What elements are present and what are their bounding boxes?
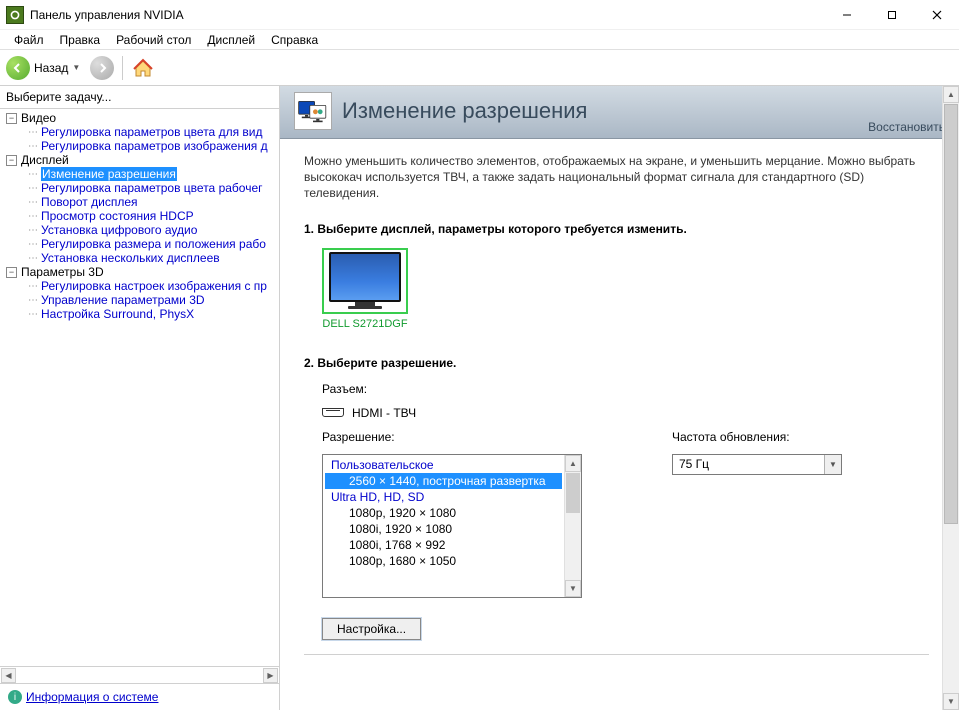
sidebar-h-scrollbar[interactable]: ◀ ▶ bbox=[0, 666, 279, 683]
tree-item[interactable]: ⋯Регулировка параметров изображения д bbox=[14, 139, 279, 153]
back-label: Назад bbox=[34, 61, 68, 75]
task-header: Выберите задачу... bbox=[0, 86, 279, 109]
titlebar: Панель управления NVIDIA bbox=[0, 0, 959, 30]
resolution-group-custom: Пользовательское bbox=[325, 457, 562, 473]
resolution-item[interactable]: 1080i, 1920 × 1080 bbox=[325, 521, 562, 537]
content-body: Можно уменьшить количество элементов, от… bbox=[280, 139, 959, 710]
collapse-icon[interactable]: − bbox=[6, 267, 17, 278]
resolution-group-hd: Ultra HD, HD, SD bbox=[325, 489, 562, 505]
display-tile[interactable]: DELL S2721DGF bbox=[322, 248, 408, 330]
tree-item[interactable]: ⋯Поворот дисплея bbox=[14, 195, 279, 209]
menu-help[interactable]: Справка bbox=[263, 31, 326, 49]
toolbar-separator bbox=[122, 56, 123, 80]
tree-item[interactable]: ⋯Настройка Surround, PhysX bbox=[14, 307, 279, 321]
task-tree: − Видео ⋯Регулировка параметров цвета дл… bbox=[0, 109, 279, 666]
home-button[interactable] bbox=[131, 56, 155, 80]
scroll-left-icon[interactable]: ◀ bbox=[1, 668, 16, 683]
chevron-down-icon: ▼ bbox=[824, 455, 841, 474]
resolution-scrollbar[interactable]: ▲ ▼ bbox=[564, 455, 581, 597]
system-info-link[interactable]: i Информация о системе bbox=[0, 683, 279, 710]
nvidia-icon bbox=[6, 6, 24, 24]
resolution-item[interactable]: 1080p, 1680 × 1050 bbox=[325, 553, 562, 569]
resolution-item[interactable]: 1080i, 1768 × 992 bbox=[325, 537, 562, 553]
collapse-icon[interactable]: − bbox=[6, 113, 17, 124]
menubar: Файл Правка Рабочий стол Дисплей Справка bbox=[0, 30, 959, 50]
refresh-rate-dropdown[interactable]: 75 Гц ▼ bbox=[672, 454, 842, 475]
tree-item[interactable]: ⋯Регулировка параметров цвета для вид bbox=[14, 125, 279, 139]
tree-item[interactable]: ⋯Установка нескольких дисплеев bbox=[14, 251, 279, 265]
tree-group-display[interactable]: − Дисплей bbox=[4, 153, 279, 167]
resolution-listbox[interactable]: Пользовательское 2560 × 1440, построчная… bbox=[322, 454, 582, 598]
monitor-name: DELL S2721DGF bbox=[322, 318, 408, 330]
menu-display[interactable]: Дисплей bbox=[199, 31, 263, 49]
hdmi-icon bbox=[322, 408, 344, 417]
back-button[interactable]: Назад ▼ bbox=[6, 56, 80, 80]
toolbar: Назад ▼ bbox=[0, 50, 959, 86]
tree-item[interactable]: ⋯Регулировка настроек изображения с пр bbox=[14, 279, 279, 293]
tree-group-3d[interactable]: − Параметры 3D bbox=[4, 265, 279, 279]
connector-value: HDMI - ТВЧ bbox=[352, 406, 416, 420]
menu-edit[interactable]: Правка bbox=[52, 31, 109, 49]
step2-title: 2. Выберите разрешение. bbox=[304, 356, 959, 370]
resolution-item[interactable]: 1080p, 1920 × 1080 bbox=[325, 505, 562, 521]
refresh-label: Частота обновления: bbox=[672, 430, 842, 444]
window-title: Панель управления NVIDIA bbox=[30, 8, 824, 22]
page-title: Изменение разрешения bbox=[342, 98, 587, 124]
forward-button[interactable] bbox=[90, 56, 114, 80]
scroll-right-icon[interactable]: ▶ bbox=[263, 668, 278, 683]
tree-item[interactable]: ⋯Установка цифрового аудио bbox=[14, 223, 279, 237]
tree-item[interactable]: ⋯Регулировка размера и положения рабо bbox=[14, 237, 279, 251]
content-pane: Изменение разрешения Восстановить Можно … bbox=[280, 86, 959, 710]
scroll-down-icon[interactable]: ▼ bbox=[943, 693, 959, 710]
close-button[interactable] bbox=[914, 0, 959, 29]
refresh-rate-value: 75 Гц bbox=[679, 457, 709, 471]
resolution-label: Разрешение: bbox=[322, 430, 582, 444]
menu-file[interactable]: Файл bbox=[6, 31, 52, 49]
back-arrow-icon bbox=[6, 56, 30, 80]
menu-desktop[interactable]: Рабочий стол bbox=[108, 31, 199, 49]
page-description: Можно уменьшить количество элементов, от… bbox=[304, 153, 959, 202]
maximize-button[interactable] bbox=[869, 0, 914, 29]
scroll-down-icon[interactable]: ▼ bbox=[565, 580, 581, 597]
tree-item[interactable]: ⋯Просмотр состояния HDCP bbox=[14, 209, 279, 223]
tree-item-change-resolution[interactable]: ⋯Изменение разрешения bbox=[14, 167, 279, 181]
step1-title: 1. Выберите дисплей, параметры которого … bbox=[304, 222, 959, 236]
scroll-up-icon[interactable]: ▲ bbox=[565, 455, 581, 472]
info-icon: i bbox=[8, 690, 22, 704]
restore-defaults-link[interactable]: Восстановить bbox=[868, 120, 945, 134]
scrollbar-thumb[interactable] bbox=[566, 473, 580, 513]
scroll-up-icon[interactable]: ▲ bbox=[943, 86, 959, 103]
sidebar: Выберите задачу... − Видео ⋯Регулировка … bbox=[0, 86, 280, 710]
resolution-item[interactable]: 2560 × 1440, построчная развертка bbox=[325, 473, 562, 489]
tree-item[interactable]: ⋯Регулировка параметров цвета рабочег bbox=[14, 181, 279, 195]
page-header-icon bbox=[294, 92, 332, 130]
page-header: Изменение разрешения Восстановить bbox=[280, 86, 959, 139]
collapse-icon[interactable]: − bbox=[6, 155, 17, 166]
scrollbar-thumb[interactable] bbox=[944, 104, 958, 524]
section-separator bbox=[304, 654, 929, 655]
customize-button[interactable]: Настройка... bbox=[322, 618, 421, 640]
monitor-icon bbox=[322, 248, 408, 314]
content-scrollbar[interactable]: ▲ ▼ bbox=[942, 86, 959, 710]
tree-item[interactable]: ⋯Управление параметрами 3D bbox=[14, 293, 279, 307]
connector-label: Разъем: bbox=[322, 382, 959, 396]
minimize-button[interactable] bbox=[824, 0, 869, 29]
main-area: Выберите задачу... − Видео ⋯Регулировка … bbox=[0, 86, 959, 710]
tree-group-video[interactable]: − Видео bbox=[4, 111, 279, 125]
